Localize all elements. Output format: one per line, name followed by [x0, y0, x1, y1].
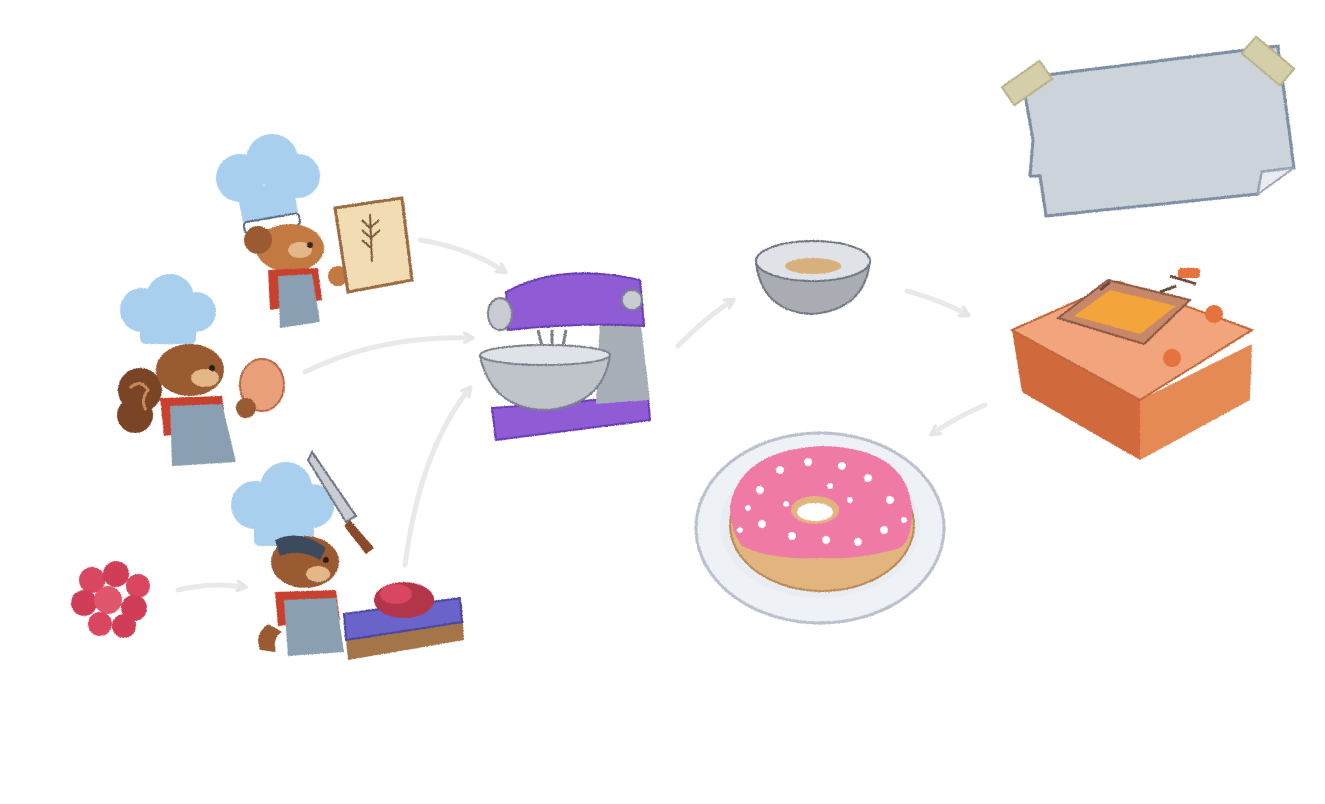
- diagram-svg: [71, 35, 1296, 660]
- chef-hat-icon: [120, 274, 216, 344]
- arrow-fryer-to-donut: [932, 402, 988, 437]
- cutting-board-icon: [342, 582, 464, 660]
- dough-bowl-icon: [754, 240, 872, 316]
- squirrel-chef-with-egg-icon: [117, 274, 285, 466]
- arrow-raspberries-to-chef: [175, 585, 245, 590]
- arrow-egg-to-mixer: [302, 338, 472, 375]
- deep-fryer-icon: [1009, 268, 1255, 460]
- taped-paper-note-icon: [1000, 35, 1296, 218]
- diagram-canvas: [0, 0, 1325, 804]
- arrow-knife-to-mixer: [402, 388, 473, 568]
- raspberries-icon: [71, 561, 150, 638]
- squirrel-chef-cutting-berries-icon: [231, 450, 464, 660]
- pink-sprinkle-donut-icon: [694, 431, 946, 625]
- squirrel-tail-icon: [117, 368, 162, 433]
- arrow-mixer-to-bowl: [675, 297, 733, 349]
- chef-hat-icon: [216, 134, 320, 235]
- flour-bag-icon: [333, 196, 414, 294]
- arrow-flour-to-mixer: [417, 237, 505, 275]
- squirrel-chef-with-flour-bag-icon: [216, 134, 414, 328]
- stand-mixer-icon: [478, 272, 652, 442]
- arrow-bowl-to-fryer: [904, 288, 968, 318]
